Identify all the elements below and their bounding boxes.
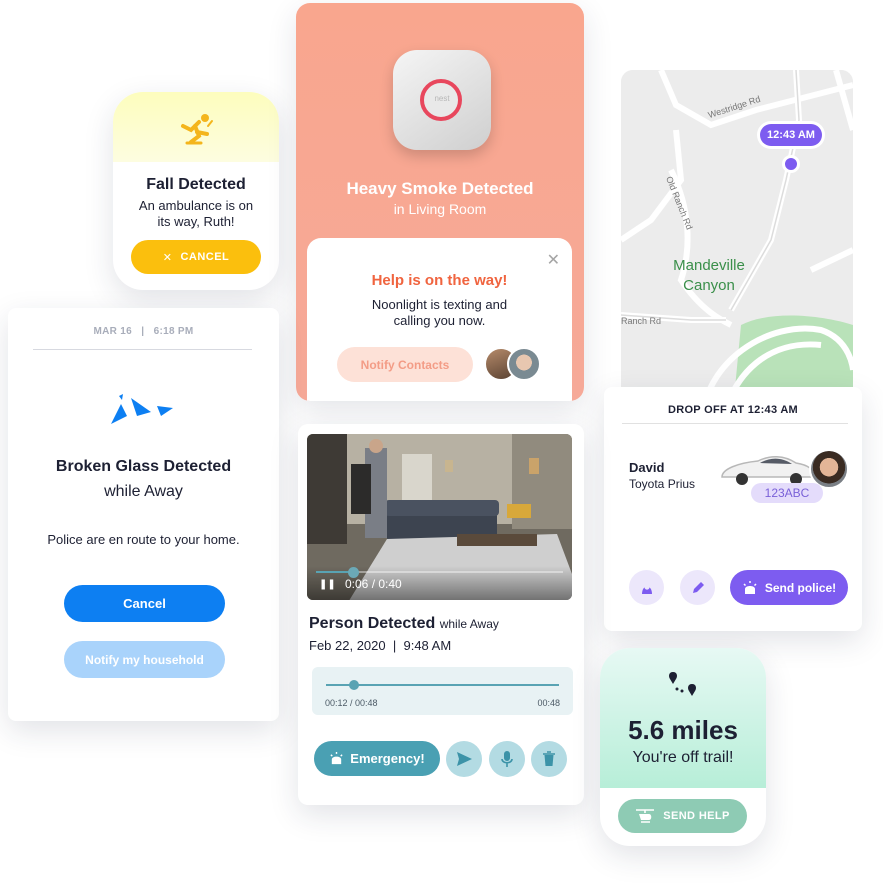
audio-player[interactable]: 00:12 / 00:48 00:48 (312, 667, 573, 715)
event-date: MAR 16 (93, 326, 132, 337)
help-popup: ✕ Help is on the way! Noonlight is texti… (307, 238, 572, 401)
dropoff-card: DROP OFF AT 12:43 AM David Toyota Prius … (604, 387, 862, 631)
smoke-detector-image: nest (393, 50, 491, 150)
siren-icon (743, 580, 757, 594)
smoke-location: in Living Room (393, 201, 487, 217)
falling-person-icon (181, 114, 213, 145)
send-icon (457, 752, 472, 766)
fall-title: Fall Detected (146, 176, 246, 193)
map-time-badge: 12:43 AM (760, 124, 822, 146)
helicopter-icon (636, 809, 655, 823)
person-title-text: Person Detected (309, 615, 436, 632)
send-help-button[interactable]: SEND HELP (618, 799, 747, 833)
divider (33, 349, 252, 350)
car-model: Toyota Prius (629, 477, 696, 491)
edit-button[interactable] (680, 570, 715, 605)
notify-household-button[interactable]: Notify my household (64, 641, 225, 678)
trail-pins-icon (669, 672, 696, 696)
close-icon[interactable]: ✕ (547, 250, 560, 270)
broken-glass-icon (111, 394, 173, 424)
glass-cancel-button[interactable]: Cancel (64, 585, 225, 622)
map-place-name: Mandeville Canyon (659, 256, 759, 296)
location-pin-icon[interactable] (782, 155, 800, 173)
delete-button[interactable] (531, 741, 567, 777)
map-view[interactable] (621, 70, 853, 430)
place-line-1: Mandeville (673, 257, 745, 274)
send-police-label: Send police! (764, 580, 837, 595)
event-time: 6:18 PM (153, 326, 194, 337)
send-button[interactable] (446, 741, 482, 777)
send-help-label: SEND HELP (663, 810, 730, 822)
microphone-button[interactable] (489, 741, 525, 777)
glass-message: Police are en route to your home. (47, 532, 240, 547)
edit-icon (692, 581, 704, 593)
trash-icon (543, 751, 555, 766)
fall-detected-card: Fall Detected An ambulance is on its way… (113, 92, 279, 290)
notify-contacts-button[interactable]: Notify Contacts (337, 347, 473, 382)
glass-subtitle: while Away (104, 483, 183, 500)
trail-message: You're off trail! (632, 749, 734, 766)
divider (622, 423, 848, 424)
audio-total: 00:48 (537, 698, 560, 708)
person-detected-card: ❚❚ 0:06 / 0:40 Person Detected while Awa… (298, 424, 584, 805)
contact-avatar (507, 347, 541, 381)
glass-title: Broken Glass Detected (55, 458, 232, 475)
event-timestamp: MAR 16 | 6:18 PM (8, 326, 279, 337)
map-card: Westridge Rd Old Ranch Rd Ranch Rd Mande… (621, 70, 853, 430)
separator: | (389, 638, 400, 653)
fall-card-header (113, 92, 279, 162)
license-plate: 123ABC (751, 483, 823, 503)
smoke-detected-card: nest Heavy Smoke Detected in Living Room… (296, 3, 584, 401)
fall-cancel-label: CANCEL (180, 251, 230, 263)
trail-distance: 5.6 miles (628, 715, 738, 745)
place-line-2: Canyon (683, 277, 735, 294)
help-heading: Help is on the way! (371, 272, 508, 289)
emergency-label: Emergency! (350, 751, 425, 766)
video-time: 0:06 / 0:40 (345, 577, 402, 591)
close-icon: ✕ (162, 251, 173, 264)
driver-icon (641, 583, 652, 594)
smoke-title: Heavy Smoke Detected (346, 179, 534, 198)
person-date: Feb 22, 2020 (309, 638, 386, 653)
trail-card-header: 5.6 miles You're off trail! (600, 648, 766, 788)
send-police-button[interactable]: Send police! (730, 570, 848, 605)
off-trail-card: 5.6 miles You're off trail! SEND HELP (600, 648, 766, 846)
audio-track[interactable] (326, 684, 559, 686)
driver-button[interactable] (629, 570, 664, 605)
road-label: Ranch Rd (621, 316, 662, 326)
person-title-suffix: while Away (439, 617, 499, 631)
broken-glass-card: MAR 16 | 6:18 PM Broken Glass Detected w… (8, 308, 279, 721)
help-message: Noonlight is texting and calling you now… (371, 297, 508, 328)
pause-icon[interactable]: ❚❚ (319, 579, 336, 590)
audio-elapsed: 00:12 / 00:48 (325, 698, 378, 708)
emergency-button[interactable]: Emergency! (314, 741, 440, 776)
driver-name: David (629, 460, 665, 475)
audio-scrub-handle[interactable] (348, 680, 359, 690)
camera-video[interactable]: ❚❚ 0:06 / 0:40 (307, 434, 572, 600)
fall-cancel-button[interactable]: ✕ CANCEL (131, 240, 261, 274)
dropoff-heading: DROP OFF AT 12:43 AM (667, 404, 799, 416)
nest-logo: nest (434, 94, 450, 103)
fall-message: An ambulance is on its way, Ruth! (138, 198, 254, 229)
separator: | (135, 326, 151, 337)
person-datetime: Feb 22, 2020 | 9:48 AM (309, 638, 451, 653)
person-title: Person Detected while Away (309, 615, 499, 633)
person-time: 9:48 AM (403, 638, 452, 653)
microphone-icon (501, 751, 513, 767)
siren-icon (330, 751, 343, 765)
